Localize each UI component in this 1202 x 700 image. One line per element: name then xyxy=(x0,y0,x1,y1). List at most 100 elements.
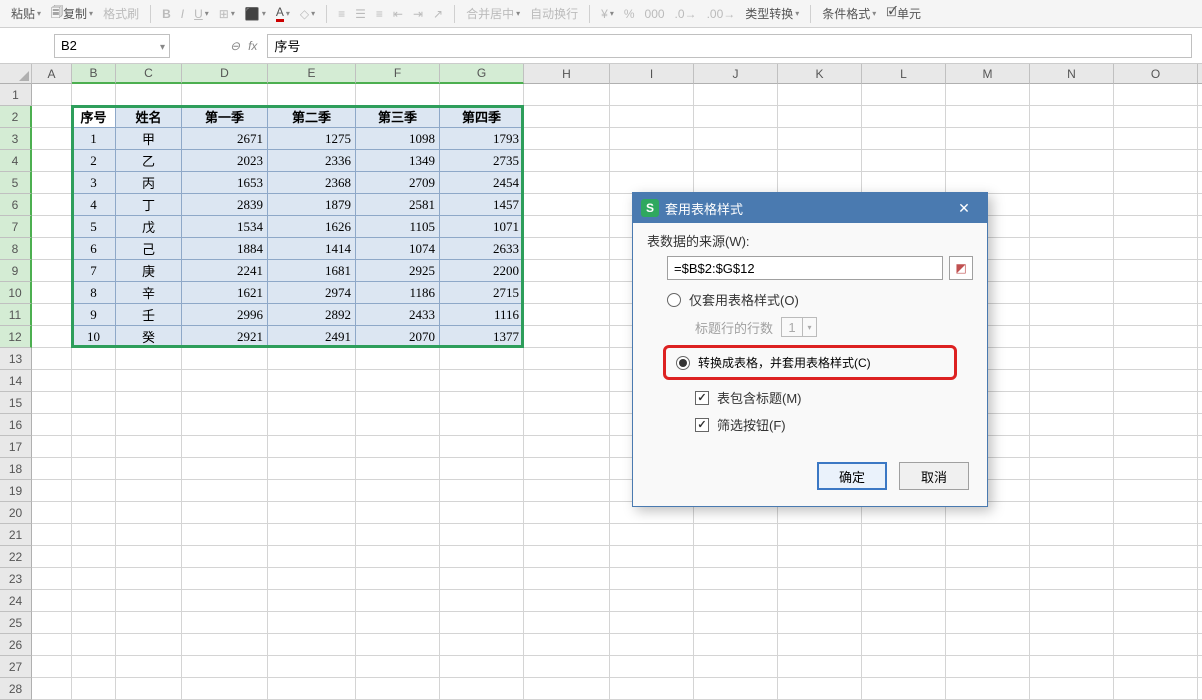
col-header[interactable]: A xyxy=(32,64,72,84)
cell[interactable] xyxy=(778,84,862,106)
cell[interactable] xyxy=(1198,194,1202,216)
cell[interactable]: 1071 xyxy=(440,216,524,238)
cell[interactable] xyxy=(182,546,268,568)
row-header[interactable]: 16 xyxy=(0,414,32,436)
cell[interactable]: 2996 xyxy=(182,304,268,326)
cell[interactable] xyxy=(610,524,694,546)
cell[interactable] xyxy=(116,612,182,634)
cell[interactable]: 2200 xyxy=(440,260,524,282)
cell[interactable] xyxy=(1198,612,1202,634)
row-header[interactable]: 7 xyxy=(0,216,32,238)
cell[interactable] xyxy=(1114,194,1198,216)
cell[interactable] xyxy=(524,414,610,436)
cell[interactable] xyxy=(440,568,524,590)
cell[interactable] xyxy=(182,524,268,546)
cell[interactable] xyxy=(72,524,116,546)
cell[interactable] xyxy=(610,590,694,612)
formula-input[interactable]: 序号 xyxy=(267,34,1192,58)
cell[interactable] xyxy=(182,348,268,370)
cell[interactable] xyxy=(182,370,268,392)
cell[interactable]: 1 xyxy=(72,128,116,150)
cell[interactable] xyxy=(116,568,182,590)
cell[interactable] xyxy=(1198,370,1202,392)
cell[interactable] xyxy=(862,84,946,106)
cell[interactable] xyxy=(778,590,862,612)
radio-icon[interactable] xyxy=(676,356,690,370)
row-header[interactable]: 19 xyxy=(0,480,32,502)
cell[interactable] xyxy=(32,128,72,150)
cell[interactable] xyxy=(268,436,356,458)
row-header[interactable]: 20 xyxy=(0,502,32,524)
filter-button-row[interactable]: 筛选按钮(F) xyxy=(695,415,973,434)
cell[interactable]: 戊 xyxy=(116,216,182,238)
cell[interactable]: 姓名 xyxy=(116,106,182,128)
cell[interactable]: 2839 xyxy=(182,194,268,216)
cell[interactable] xyxy=(1198,590,1202,612)
cell[interactable] xyxy=(32,590,72,612)
cell[interactable]: 1653 xyxy=(182,172,268,194)
cell[interactable] xyxy=(694,678,778,700)
cell[interactable] xyxy=(72,502,116,524)
cell[interactable] xyxy=(1114,392,1198,414)
cell[interactable] xyxy=(32,634,72,656)
cell[interactable] xyxy=(182,480,268,502)
col-header[interactable]: O xyxy=(1114,64,1198,84)
copy-button[interactable]: 🗐 复制▾ xyxy=(48,3,96,25)
cell[interactable] xyxy=(32,480,72,502)
cell[interactable] xyxy=(32,282,72,304)
cell[interactable] xyxy=(72,568,116,590)
cell[interactable] xyxy=(862,656,946,678)
cell[interactable]: 丙 xyxy=(116,172,182,194)
cell[interactable] xyxy=(268,524,356,546)
cell[interactable] xyxy=(1198,128,1202,150)
cell[interactable] xyxy=(268,656,356,678)
cell[interactable] xyxy=(1198,326,1202,348)
underline-button[interactable]: U▾ xyxy=(191,3,212,25)
cell[interactable] xyxy=(32,194,72,216)
cell[interactable] xyxy=(1030,458,1114,480)
cell[interactable] xyxy=(268,634,356,656)
cell[interactable] xyxy=(778,634,862,656)
cell[interactable] xyxy=(524,392,610,414)
border-button[interactable]: ⊞▾ xyxy=(216,3,238,25)
currency-button[interactable]: ¥▾ xyxy=(598,3,617,25)
cell[interactable] xyxy=(524,216,610,238)
cell[interactable] xyxy=(72,590,116,612)
col-header[interactable]: L xyxy=(862,64,946,84)
cell[interactable] xyxy=(862,150,946,172)
row-header[interactable]: 4 xyxy=(0,150,32,172)
cell[interactable] xyxy=(524,436,610,458)
cell[interactable] xyxy=(1030,260,1114,282)
cell[interactable] xyxy=(32,436,72,458)
cell[interactable]: 1534 xyxy=(182,216,268,238)
cell[interactable] xyxy=(356,84,440,106)
type-convert-button[interactable]: 类型转换▾ xyxy=(742,3,802,25)
cell[interactable] xyxy=(182,590,268,612)
cell[interactable] xyxy=(1030,678,1114,700)
cell[interactable] xyxy=(1030,436,1114,458)
col-header[interactable]: D xyxy=(182,64,268,84)
cell[interactable] xyxy=(946,172,1030,194)
cell[interactable] xyxy=(72,348,116,370)
cell[interactable] xyxy=(32,546,72,568)
cell[interactable] xyxy=(32,392,72,414)
cell[interactable]: 甲 xyxy=(116,128,182,150)
cell[interactable] xyxy=(946,106,1030,128)
cell[interactable] xyxy=(862,546,946,568)
cell[interactable] xyxy=(32,458,72,480)
cell[interactable]: 乙 xyxy=(116,150,182,172)
cell[interactable] xyxy=(862,106,946,128)
row-header[interactable]: 22 xyxy=(0,546,32,568)
cell[interactable] xyxy=(268,348,356,370)
percent-button[interactable]: % xyxy=(621,3,638,25)
cell[interactable] xyxy=(1198,150,1202,172)
cell[interactable] xyxy=(356,634,440,656)
cell[interactable] xyxy=(356,370,440,392)
row-header[interactable]: 6 xyxy=(0,194,32,216)
cell[interactable] xyxy=(1114,216,1198,238)
cell[interactable] xyxy=(116,678,182,700)
cell[interactable] xyxy=(1030,106,1114,128)
cell[interactable] xyxy=(946,612,1030,634)
cell[interactable] xyxy=(72,414,116,436)
cell[interactable] xyxy=(694,568,778,590)
